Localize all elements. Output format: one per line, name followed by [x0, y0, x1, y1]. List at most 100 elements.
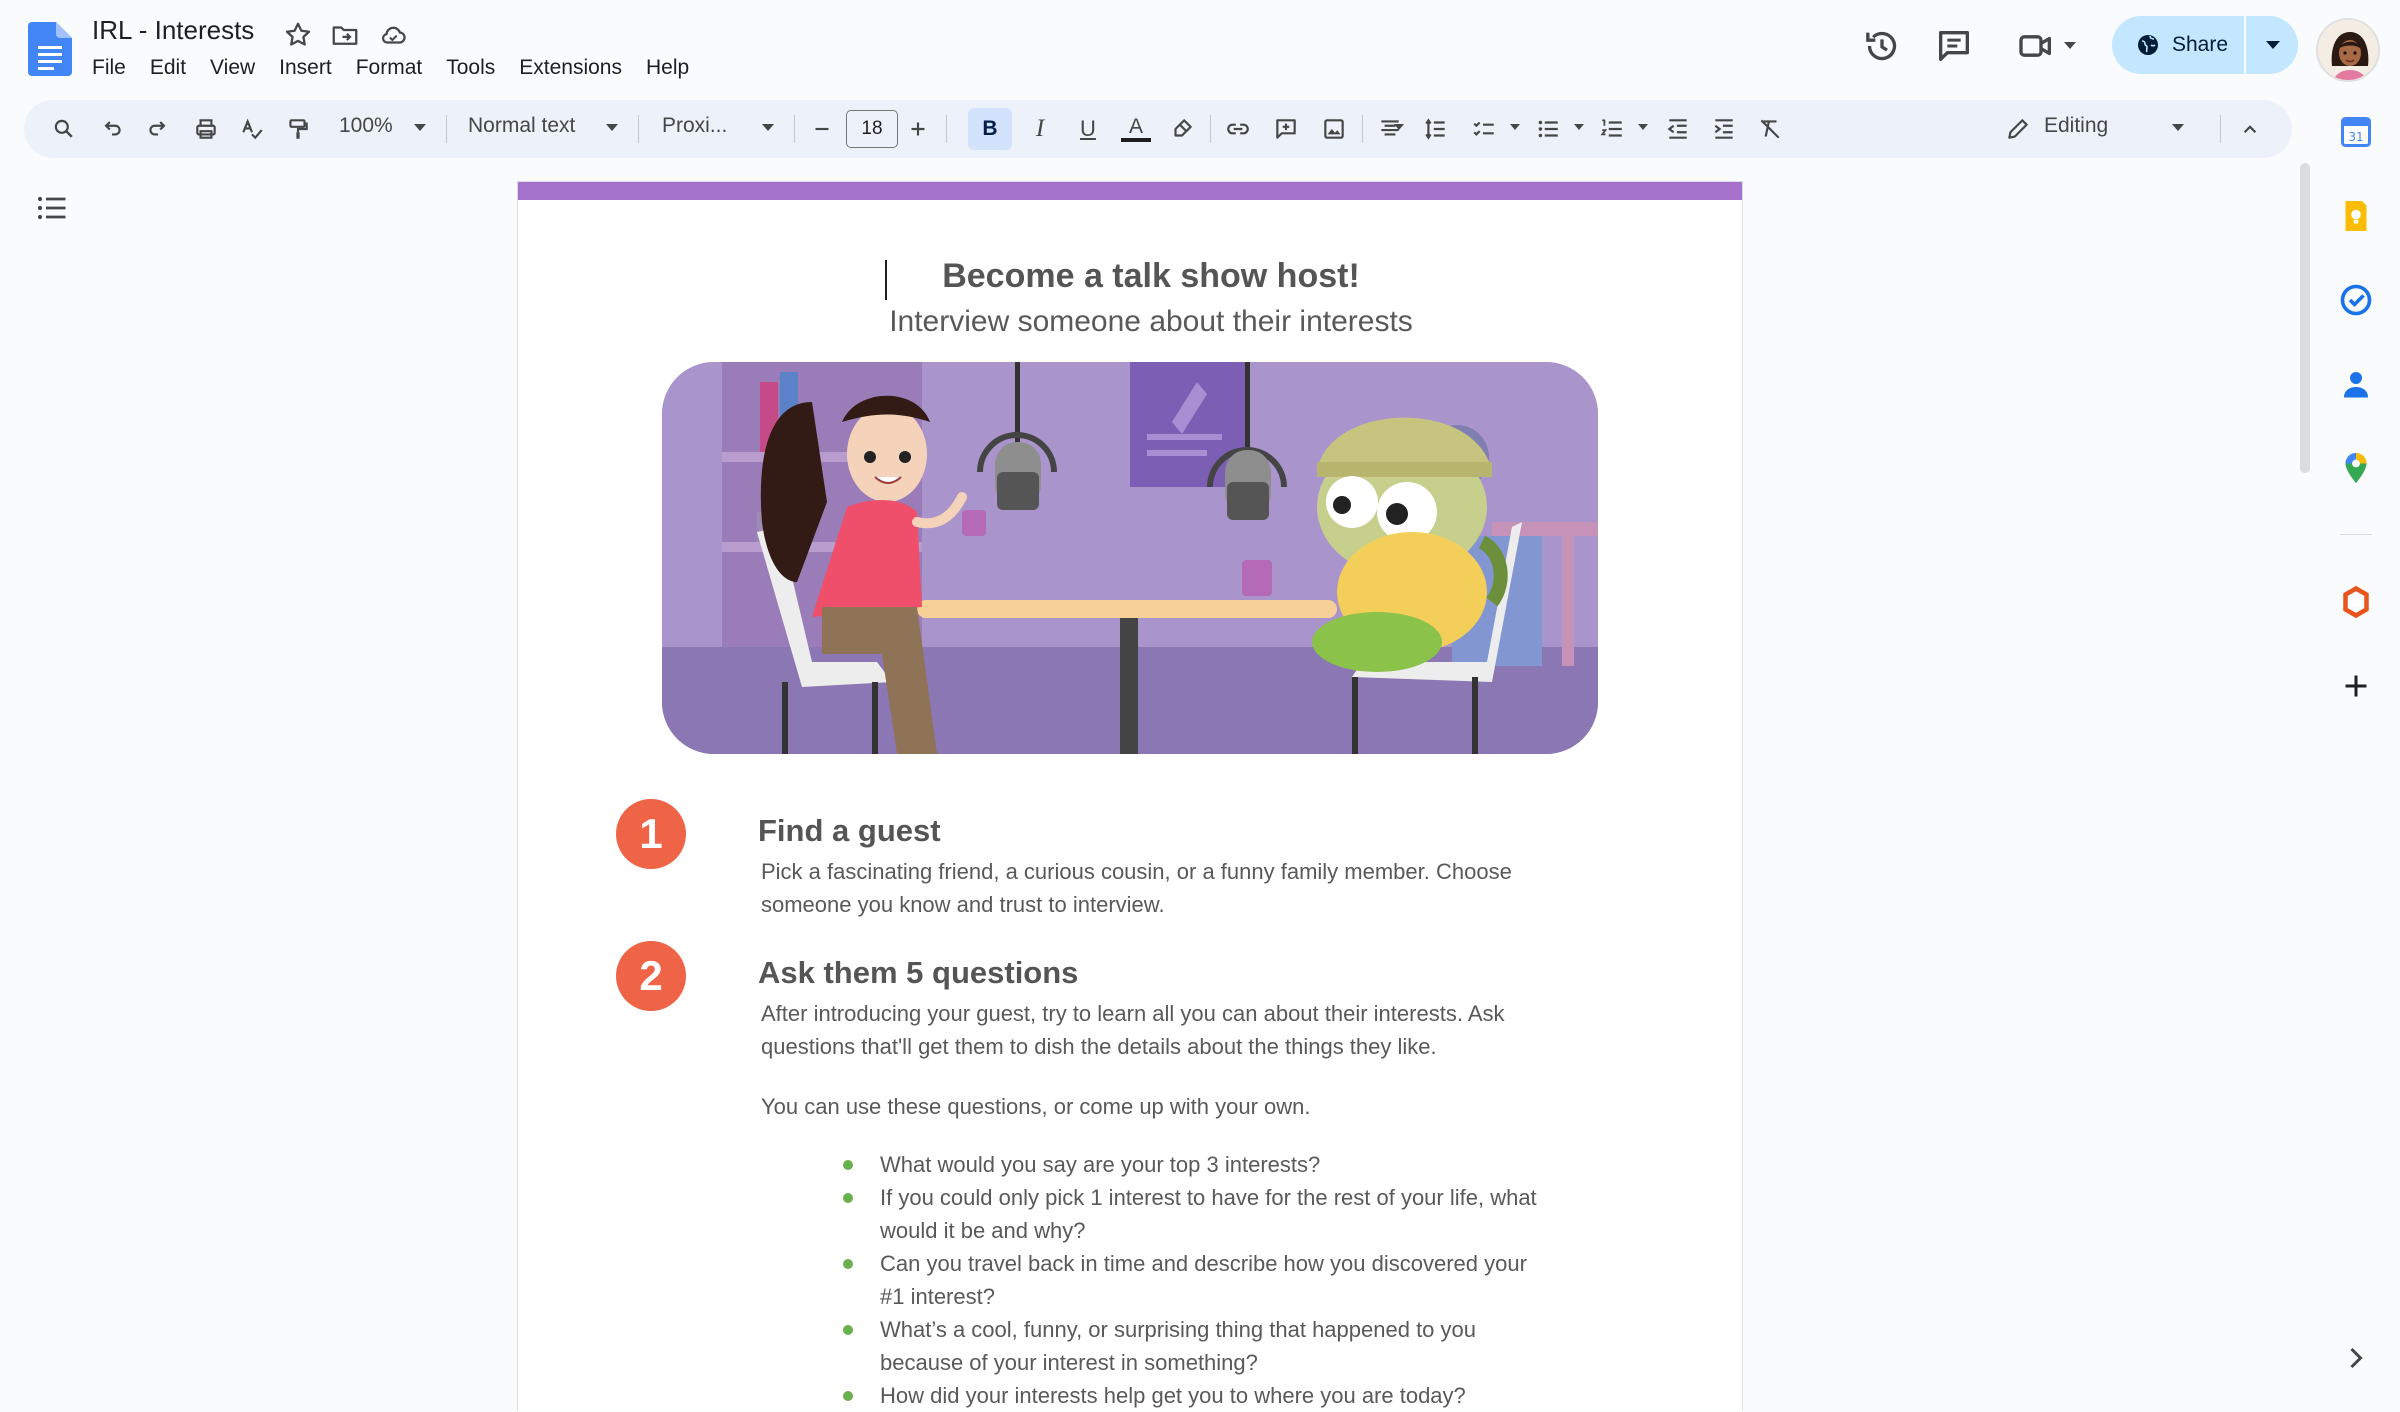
cloud-status-icon[interactable] [378, 20, 408, 50]
step-2-description[interactable]: After introducing your guest, try to lea… [761, 997, 1581, 1063]
menu-tools[interactable]: Tools [434, 54, 507, 86]
share-label: Share [2172, 33, 2229, 56]
illustration-image [662, 362, 1598, 754]
talk-show-illustration[interactable] [662, 362, 1598, 754]
list-item[interactable]: How did your interests help get you to w… [843, 1379, 1563, 1412]
search-menus-icon[interactable] [48, 113, 80, 145]
side-panel-divider [2340, 534, 2372, 535]
document-heading[interactable]: Become a talk show host! [518, 257, 1742, 296]
decrease-font-size-icon[interactable] [806, 113, 838, 145]
tasks-icon[interactable] [2338, 282, 2374, 318]
meet-dropdown-icon[interactable] [2064, 42, 2076, 49]
step-2-title[interactable]: Ask them 5 questions [758, 955, 1078, 991]
share-button[interactable]: Share [2112, 16, 2246, 74]
redo-icon[interactable] [142, 113, 174, 145]
zoom-select[interactable]: 100% [339, 114, 393, 138]
questions-list: What would you say are your top 3 intere… [843, 1148, 1563, 1412]
menu-extensions[interactable]: Extensions [507, 54, 634, 86]
google-docs-icon[interactable] [28, 22, 72, 76]
meet-video-icon[interactable] [2016, 26, 2056, 66]
menu-format[interactable]: Format [344, 54, 435, 86]
editing-mode-select[interactable]: Editing [2044, 114, 2108, 138]
questions-intro[interactable]: You can use these questions, or come up … [761, 1090, 1581, 1123]
checklist-icon[interactable] [1468, 113, 1500, 145]
align-caret-icon[interactable] [1394, 124, 1404, 130]
document-outline-icon[interactable] [34, 190, 70, 226]
comments-icon[interactable] [1934, 26, 1974, 66]
mode-caret-icon[interactable] [2172, 124, 2184, 131]
bullet-dot-icon [843, 1160, 853, 1170]
menu-insert[interactable]: Insert [267, 54, 344, 86]
svg-text:31: 31 [2348, 130, 2363, 144]
clear-formatting-icon[interactable] [1754, 113, 1786, 145]
increase-font-size-icon[interactable] [902, 113, 934, 145]
move-folder-icon[interactable] [330, 20, 360, 50]
bullets-caret-icon[interactable] [1574, 124, 1584, 130]
header-color-band [518, 182, 1742, 200]
share-dropdown[interactable] [2248, 16, 2298, 74]
paint-format-icon[interactable] [282, 113, 314, 145]
calendar-icon[interactable]: 31 [2338, 114, 2374, 150]
insert-image-icon[interactable] [1318, 113, 1350, 145]
toolbar-divider [946, 115, 947, 143]
font-caret-icon[interactable] [762, 124, 774, 131]
line-spacing-icon[interactable] [1420, 113, 1452, 145]
list-item[interactable]: Can you travel back in time and describe… [843, 1247, 1563, 1313]
numbered-list-icon[interactable] [1596, 113, 1628, 145]
step-1-title[interactable]: Find a guest [758, 813, 941, 849]
highlight-color-icon[interactable] [1166, 113, 1198, 145]
bullet-dot-icon [843, 1193, 853, 1203]
document-subheading[interactable]: Interview someone about their interests [518, 305, 1742, 339]
step-2-badge: 2 [616, 941, 686, 1011]
print-icon[interactable] [190, 113, 222, 145]
font-size-input[interactable]: 18 [846, 110, 898, 148]
list-item[interactable]: What’s a cool, funny, or surprising thin… [843, 1313, 1563, 1379]
menu-edit[interactable]: Edit [138, 54, 198, 86]
italic-button[interactable]: I [1024, 113, 1056, 145]
numbered-caret-icon[interactable] [1638, 124, 1648, 130]
zoom-caret-icon[interactable] [414, 124, 426, 131]
style-caret-icon[interactable] [606, 124, 618, 131]
list-item[interactable]: What would you say are your top 3 intere… [843, 1148, 1563, 1181]
document-title[interactable]: IRL - Interests [92, 15, 254, 46]
menu-file[interactable]: File [80, 54, 138, 86]
paragraph-style-select[interactable]: Normal text [468, 114, 575, 138]
checklist-caret-icon[interactable] [1510, 124, 1520, 130]
list-item[interactable]: If you could only pick 1 interest to hav… [843, 1181, 1563, 1247]
toolbar-divider [794, 115, 795, 143]
avatar-image [2318, 20, 2378, 80]
text-color-button[interactable]: A [1120, 113, 1152, 145]
show-side-panel-icon[interactable] [2338, 1340, 2374, 1376]
increase-indent-icon[interactable] [1708, 113, 1740, 145]
add-comment-icon[interactable] [1270, 113, 1302, 145]
decrease-indent-icon[interactable] [1662, 113, 1694, 145]
globe-icon [2138, 35, 2158, 55]
version-history-icon[interactable] [1862, 26, 1902, 66]
toolbar-divider [446, 115, 447, 143]
bold-button[interactable]: B [968, 108, 1012, 150]
bulleted-list-icon[interactable] [1532, 113, 1564, 145]
insert-link-icon[interactable] [1222, 113, 1254, 145]
maps-icon[interactable] [2338, 450, 2374, 486]
keep-icon[interactable] [2338, 198, 2374, 234]
bullet-dot-icon [843, 1259, 853, 1269]
office-addon-icon[interactable] [2338, 584, 2374, 620]
font-family-select[interactable]: Proxi... [662, 114, 727, 138]
get-addons-plus-icon[interactable] [2338, 668, 2374, 704]
collapse-menus-icon[interactable] [2234, 113, 2266, 145]
formatting-toolbar: 100% Normal text Proxi... 18 B I U A Edi… [24, 100, 2292, 158]
step-1-line: someone you know and trust to interview. [761, 892, 1165, 917]
user-avatar[interactable] [2316, 18, 2380, 82]
editing-mode-pencil-icon[interactable] [2002, 113, 2034, 145]
spellcheck-icon[interactable] [236, 113, 268, 145]
vertical-scrollbar[interactable] [2300, 163, 2310, 473]
toolbar-divider [1362, 115, 1363, 143]
contacts-icon[interactable] [2338, 366, 2374, 402]
star-icon[interactable] [283, 20, 313, 50]
menu-view[interactable]: View [198, 54, 267, 86]
bullet-dot-icon [843, 1391, 853, 1401]
menu-help[interactable]: Help [634, 54, 701, 86]
undo-icon[interactable] [96, 113, 128, 145]
underline-button[interactable]: U [1072, 113, 1104, 145]
step-1-description[interactable]: Pick a fascinating friend, a curious cou… [761, 855, 1581, 921]
